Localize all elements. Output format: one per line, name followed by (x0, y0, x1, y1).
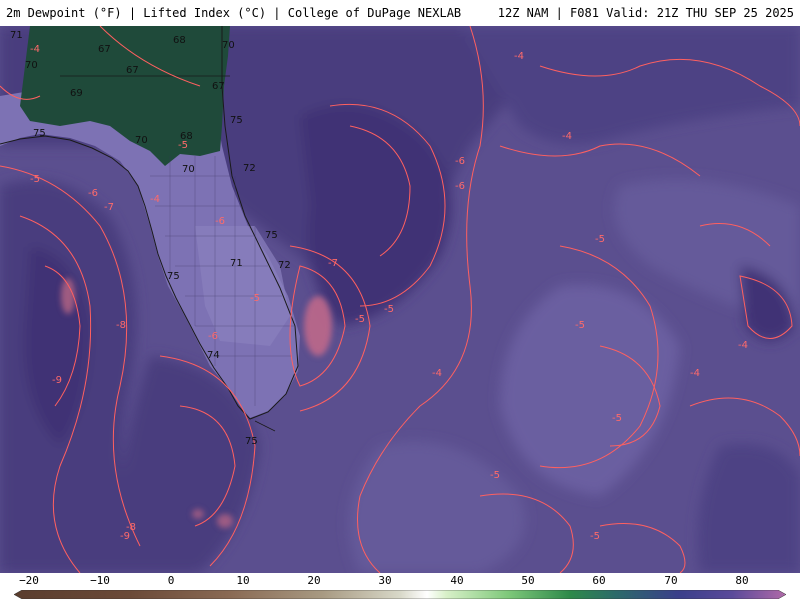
dewpoint-label: 75 (245, 436, 258, 447)
dewpoint-label: 75 (33, 128, 46, 139)
header-bar: 2m Dewpoint (°F) | Lifted Index (°C) | C… (0, 0, 800, 26)
li-label: -4 (432, 368, 442, 379)
colorbar-tick: 30 (378, 574, 392, 587)
li-label: -6 (208, 331, 218, 342)
dewpoint-label: 70 (222, 40, 235, 51)
colorbar-tick: 70 (664, 574, 678, 587)
dewpoint-label: 75 (230, 115, 243, 126)
li-label: -5 (590, 531, 600, 542)
dewpoint-label: 75 (265, 230, 278, 241)
li-label: -8 (116, 320, 126, 331)
dewpoint-label: 68 (173, 35, 186, 46)
li-label: -4 (738, 340, 748, 351)
product-title: 2m Dewpoint (°F) | Lifted Index (°C) | C… (6, 6, 462, 20)
li-label: -6 (455, 156, 465, 167)
colorbar-strip (14, 590, 786, 599)
colorbar-tick: 10 (236, 574, 250, 587)
li-label: -5 (612, 413, 622, 424)
colorbar-tick: 20 (307, 574, 321, 587)
colorbar-tick: −10 (90, 574, 110, 587)
li-label: -5 (178, 140, 188, 151)
li-label: -5 (490, 470, 500, 481)
li-label: -5 (595, 234, 605, 245)
li-label: -7 (104, 202, 114, 213)
li-label: -4 (514, 51, 524, 62)
dewpoint-label: 74 (207, 350, 220, 361)
dewpoint-label: 67 (212, 81, 225, 92)
colorbar-tick: 60 (592, 574, 606, 587)
dewpoint-label: 72 (243, 163, 256, 174)
colorbar-tick: −20 (19, 574, 39, 587)
dewpoint-label: 71 (10, 30, 23, 41)
dewpoint-label: 67 (98, 44, 111, 55)
colorbar-tick: 50 (521, 574, 535, 587)
map-canvas: 71 70 67 68 70 67 69 67 75 70 68 72 75 7… (0, 26, 800, 573)
li-label: -5 (384, 304, 394, 315)
li-label: -4 (150, 194, 160, 205)
li-label: -6 (455, 181, 465, 192)
li-label: -5 (575, 320, 585, 331)
dewpoint-label: 70 (182, 164, 195, 175)
colorbar-tick: 40 (450, 574, 464, 587)
li-label: -9 (120, 531, 130, 542)
li-label: -7 (328, 258, 338, 269)
dewpoint-label: 70 (135, 135, 148, 146)
model-run-info: 12Z NAM | F081 Valid: 21Z THU SEP 25 202… (497, 6, 794, 20)
li-label: -6 (88, 188, 98, 199)
li-label: -5 (30, 174, 40, 185)
dewpoint-label: 71 (230, 258, 243, 269)
dewpoint-label: 72 (278, 260, 291, 271)
li-label: -5 (355, 314, 365, 325)
dewpoint-label: 75 (167, 271, 180, 282)
li-label: -4 (562, 131, 572, 142)
li-label: -6 (215, 216, 225, 227)
dewpoint-label: 69 (70, 88, 83, 99)
li-label: -9 (52, 375, 62, 386)
colorbar-tick: 0 (167, 574, 175, 587)
dewpoint-label: 67 (126, 65, 139, 76)
dewpoint-label: 70 (25, 60, 38, 71)
li-label: -4 (690, 368, 700, 379)
li-label: -5 (250, 293, 260, 304)
colorbar-tick: 80 (735, 574, 749, 587)
colorbar: −20 −10 0 10 20 30 40 50 60 70 80 (0, 573, 800, 600)
li-label: -4 (30, 44, 40, 55)
weather-map: 71 70 67 68 70 67 69 67 75 70 68 72 75 7… (0, 26, 800, 573)
